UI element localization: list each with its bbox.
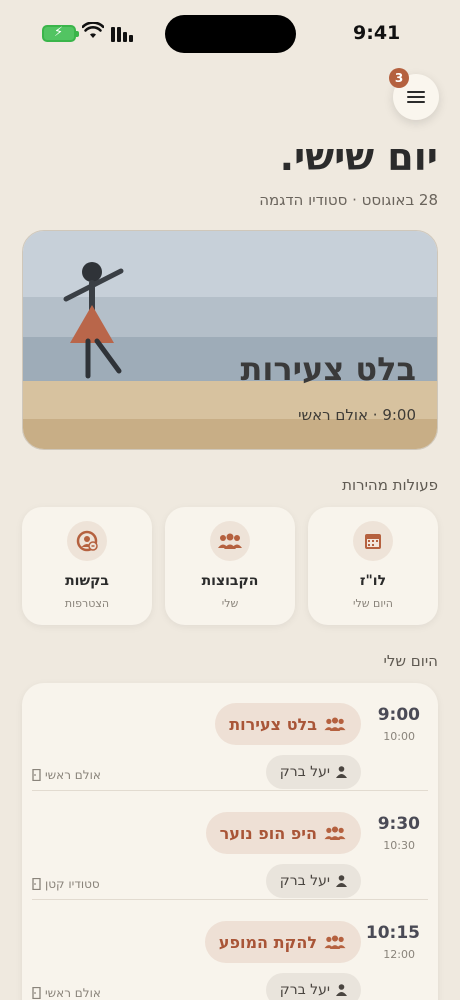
divider [32, 790, 428, 791]
person-icon [336, 984, 347, 996]
teacher-name: יעל ברק [279, 873, 330, 889]
class-pill[interactable]: להקת המופע [204, 921, 361, 963]
class-pill[interactable]: בלט צעירות [215, 703, 361, 745]
room-name: סטודיו קטן [45, 877, 100, 891]
dynamic-island [165, 15, 296, 53]
status-time: 9:41 [353, 22, 401, 44]
page-subtitle: 28 באוגוסט · סטודיו הדגמה [259, 191, 438, 209]
class-name: היפ הופ נוער [219, 823, 317, 843]
schedule-row[interactable]: 10:15 12:00 להקת המופע יעל ברק אולם ראשי [22, 901, 438, 1000]
quick-action-title: בקשות [65, 573, 109, 589]
quick-action-subtitle: היום שלי [353, 597, 393, 610]
teacher-pill[interactable]: יעל ברק [265, 973, 361, 1000]
teacher-name: יעל ברק [279, 982, 330, 998]
my-day-label: היום שלי [383, 652, 438, 670]
quick-action-groups[interactable]: הקבוצות שלי [165, 507, 295, 625]
room: אולם ראשי [32, 768, 101, 782]
calendar-icon [353, 521, 393, 561]
group-icon [324, 717, 346, 731]
hero-title: בלט צעירות [240, 350, 416, 388]
class-name: להקת המופע [218, 932, 317, 952]
group-icon [324, 826, 346, 840]
person-icon [336, 766, 347, 778]
start-time: 9:00 [377, 705, 420, 725]
signal-icon [111, 27, 133, 42]
class-pill[interactable]: היפ הופ נוער [205, 812, 361, 854]
door-icon [32, 987, 41, 999]
class-name: בלט צעירות [229, 714, 317, 734]
person-icon [336, 875, 347, 887]
end-time: 10:00 [383, 730, 415, 743]
schedule-row[interactable]: 9:30 10:30 היפ הופ נוער יעל ברק סטודיו ק… [22, 792, 438, 900]
group-icon [210, 521, 250, 561]
divider [32, 899, 428, 900]
teacher-pill[interactable]: יעל ברק [265, 755, 361, 789]
group-icon [324, 935, 346, 949]
quick-actions-label: פעולות מהירות [342, 476, 438, 494]
end-time: 12:00 [383, 948, 415, 961]
door-icon [32, 769, 41, 781]
start-time: 9:30 [377, 814, 420, 834]
page-title: יום שישי. [279, 135, 438, 179]
hamburger-icon [407, 91, 425, 103]
wifi-icon [82, 22, 104, 38]
room: אולם ראשי [32, 986, 101, 1000]
notification-badge: 3 [389, 68, 409, 88]
start-time: 10:15 [365, 923, 420, 943]
quick-action-title: הקבוצות [201, 573, 259, 589]
quick-action-schedule[interactable]: לו"ז היום שלי [308, 507, 438, 625]
quick-action-requests[interactable]: בקשות הצטרפות [22, 507, 152, 625]
schedule-row[interactable]: 9:00 10:00 בלט צעירות יעל ברק אולם ראשי [22, 683, 438, 791]
room-name: אולם ראשי [45, 986, 101, 1000]
battery-icon: ⚡ [42, 25, 79, 42]
teacher-pill[interactable]: יעל ברק [265, 864, 361, 898]
hero-meta: 9:00 · אולם ראשי [298, 406, 416, 424]
room: סטודיו קטן [32, 877, 100, 891]
user-request-icon [67, 521, 107, 561]
quick-action-subtitle: שלי [221, 597, 239, 610]
teacher-name: יעל ברק [279, 764, 330, 780]
quick-action-subtitle: הצטרפות [64, 597, 110, 610]
quick-action-title: לו"ז [359, 573, 387, 589]
end-time: 10:30 [383, 839, 415, 852]
schedule-list: 9:00 10:00 בלט צעירות יעל ברק אולם ראשי … [22, 683, 438, 1000]
door-icon [32, 878, 41, 890]
room-name: אולם ראשי [45, 768, 101, 782]
